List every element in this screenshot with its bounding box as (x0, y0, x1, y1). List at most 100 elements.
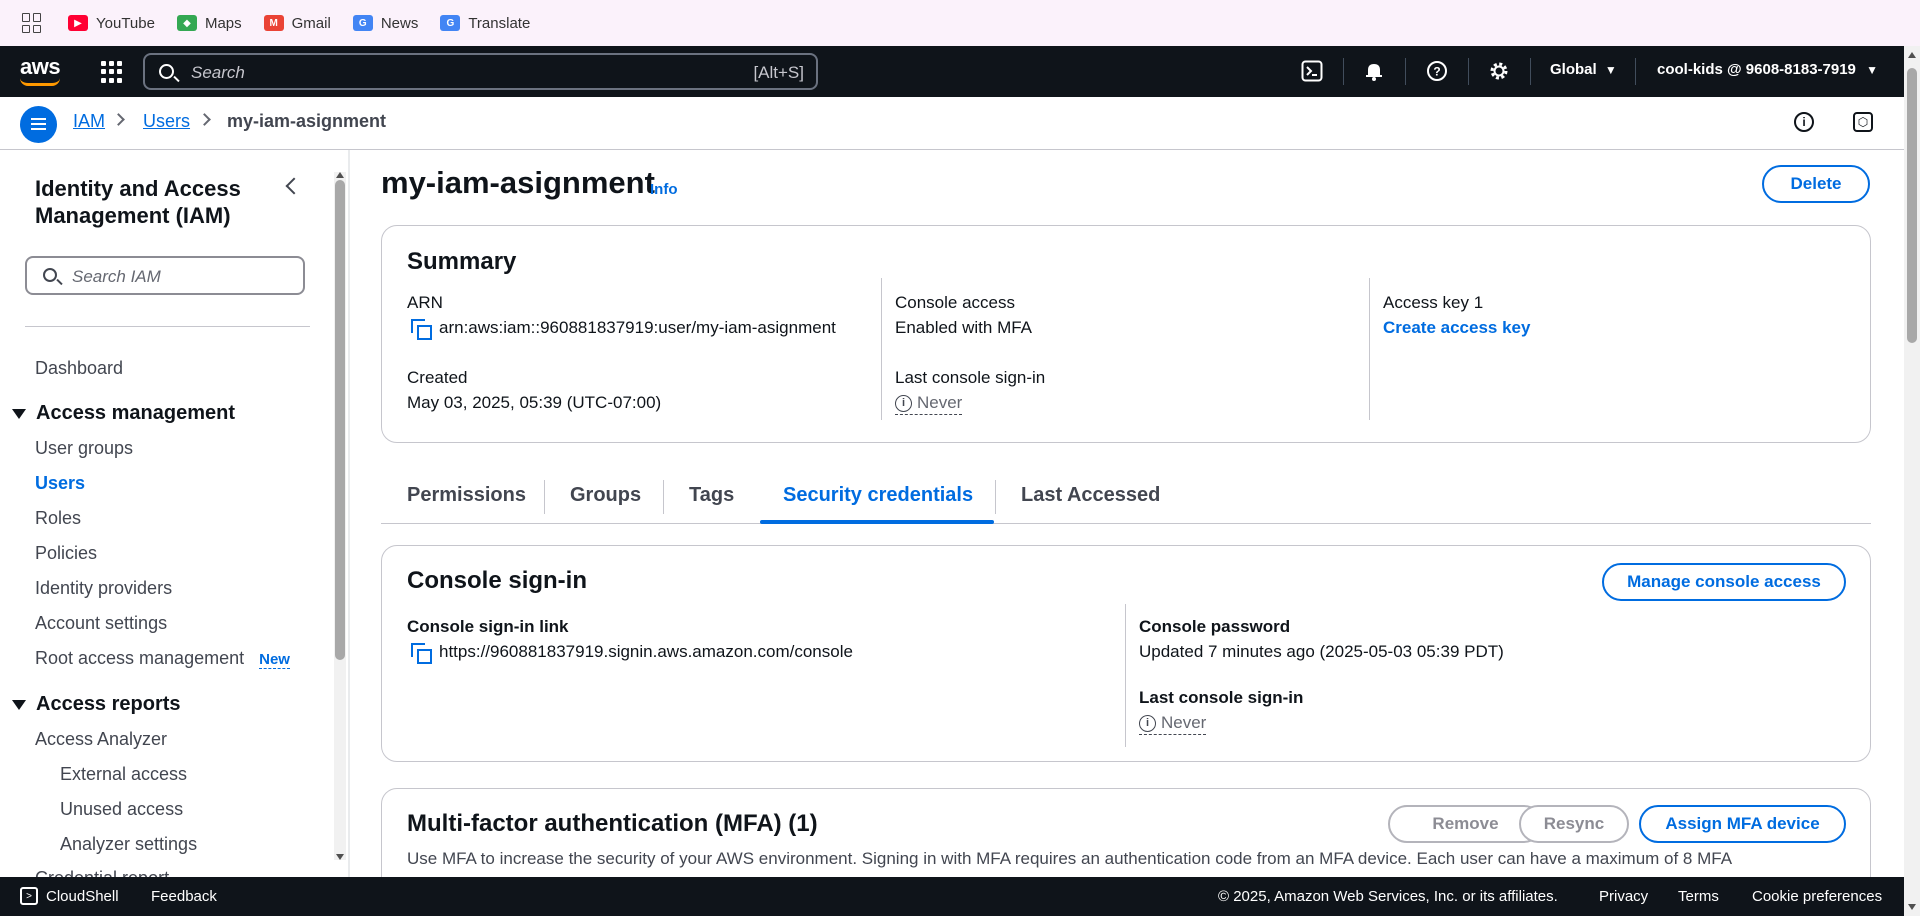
aws-logo-smile (20, 78, 60, 86)
breadcrumb-users[interactable]: Users (143, 111, 190, 132)
created-value: May 03, 2025, 05:39 (UTC-07:00) (407, 393, 662, 412)
console-access-value: Enabled with MFA (895, 318, 1033, 337)
cookie-preferences-link[interactable]: Cookie preferences (1752, 888, 1882, 905)
tab-security-credentials[interactable]: Security credentials (783, 484, 973, 507)
summary-card: Summary ARN arn:aws:iam::960881837919:us… (381, 225, 1871, 443)
breadcrumb-bar: IAM Users my-iam-asignment i ⬡ (0, 97, 1904, 150)
news-icon: G (352, 15, 373, 31)
sidebar-item-policies[interactable]: Policies (35, 543, 97, 564)
sidebar-item-dashboard[interactable]: Dashboard (35, 358, 123, 379)
search-placeholder: Search (191, 63, 245, 82)
sidebar-item-user-groups[interactable]: User groups (35, 438, 133, 459)
scroll-up-icon[interactable] (336, 172, 344, 178)
terms-link[interactable]: Terms (1678, 888, 1719, 905)
tab-permissions[interactable]: Permissions (407, 484, 526, 507)
cloudshell-link[interactable]: CloudShell (46, 888, 119, 905)
scroll-up-icon[interactable] (1908, 52, 1916, 58)
sidebar-item-external-access[interactable]: External access (60, 764, 187, 785)
sidebar-item-root-access-management[interactable]: Root access management New (35, 648, 290, 669)
info-link[interactable]: Info (650, 181, 678, 198)
sidebar-item-users[interactable]: Users (35, 473, 85, 494)
page-scrollbar[interactable] (1904, 46, 1920, 916)
sidebar-section-access-management[interactable]: Access management (12, 402, 235, 425)
resync-button[interactable]: Resync (1519, 805, 1629, 843)
arn-label: ARN (407, 293, 443, 312)
caret-down-icon: ▼ (1604, 63, 1617, 77)
signin-link-value: https://960881837919.signin.aws.amazon.c… (439, 642, 853, 661)
copy-icon[interactable] (411, 319, 432, 340)
sidebar-item-unused-access[interactable]: Unused access (60, 799, 183, 820)
chevron-right-icon (198, 113, 211, 126)
bookmark-translate[interactable]: G Translate (440, 15, 530, 32)
scroll-down-icon[interactable] (1908, 904, 1916, 910)
console-access-label: Console access (895, 293, 1016, 312)
tab-last-accessed[interactable]: Last Accessed (1021, 484, 1160, 507)
sidebar-scrollbar[interactable] (334, 172, 346, 860)
console-signin-title: Console sign-in (407, 567, 587, 594)
console-password-label: Console password (1139, 617, 1291, 636)
breadcrumb-iam[interactable]: IAM (73, 111, 105, 132)
bookmarks-bar: ▶ YouTube ◆ Maps M Gmail G News G Transl… (0, 0, 1920, 46)
last-signin-value[interactable]: i Never (1139, 713, 1207, 735)
bookmark-news[interactable]: G News (352, 15, 418, 32)
search-icon (159, 64, 174, 79)
page-title: my-iam-asignment (381, 165, 655, 200)
sidebar-item-analyzer-settings[interactable]: Analyzer settings (60, 834, 197, 855)
aws-logo[interactable]: aws (20, 54, 61, 80)
bookmark-youtube[interactable]: ▶ YouTube (68, 15, 155, 32)
assign-mfa-device-button[interactable]: Assign MFA device (1639, 805, 1846, 843)
sidebar-item-account-settings[interactable]: Account settings (35, 613, 167, 634)
created-label: Created (407, 368, 468, 387)
sidebar-item-access-analyzer[interactable]: Access Analyzer (35, 729, 167, 750)
cloudshell-icon[interactable]: > (20, 887, 38, 905)
page-scrollbar-thumb[interactable] (1907, 68, 1917, 343)
side-nav-toggle-button[interactable] (20, 106, 57, 143)
bell-icon[interactable] (1362, 59, 1386, 83)
search-shortcut: [Alt+S] (753, 63, 804, 82)
breadcrumb-current: my-iam-asignment (227, 111, 387, 131)
info-circle-icon: i (1139, 714, 1156, 732)
bookmark-maps[interactable]: ◆ Maps (176, 15, 242, 32)
settings-gear-icon[interactable] (1487, 59, 1511, 83)
help-icon[interactable]: ? (1425, 59, 1449, 83)
arn-value: arn:aws:iam::960881837919:user/my-iam-as… (439, 318, 836, 337)
delete-button[interactable]: Delete (1762, 165, 1870, 203)
privacy-link[interactable]: Privacy (1599, 888, 1648, 905)
notifications-panel-icon[interactable]: ⬡ (1853, 112, 1873, 132)
chevron-right-icon (112, 113, 125, 126)
summary-title: Summary (407, 248, 517, 275)
caret-down-icon (12, 408, 26, 419)
mfa-description: Use MFA to increase the security of your… (407, 849, 1733, 868)
caret-down-icon (12, 699, 26, 710)
cloudshell-icon[interactable] (1300, 59, 1324, 83)
tabs: Permissions Groups Tags Security credent… (381, 470, 1871, 524)
info-circle-icon: i (895, 394, 912, 412)
caret-down-icon: ▼ (1866, 63, 1878, 77)
manage-console-access-button[interactable]: Manage console access (1602, 563, 1846, 601)
search-input[interactable]: Search [Alt+S] (143, 53, 818, 90)
info-panel-icon[interactable]: i (1794, 112, 1814, 132)
sidebar-item-identity-providers[interactable]: Identity providers (35, 578, 172, 599)
sidebar-search-input[interactable]: Search IAM (25, 256, 305, 295)
scroll-down-icon[interactable] (336, 854, 344, 860)
tab-groups[interactable]: Groups (570, 484, 641, 507)
aws-top-nav: aws Search [Alt+S] ? Global ▼ cool-kids … (0, 46, 1904, 97)
copy-icon[interactable] (411, 643, 432, 664)
gmail-icon: M (263, 15, 284, 31)
bookmark-gmail[interactable]: M Gmail (263, 15, 331, 32)
sidebar-item-credential-report[interactable]: Credential report (35, 868, 169, 877)
sidebar-divider (25, 326, 310, 327)
services-grid-icon[interactable] (101, 61, 123, 83)
last-signin-value[interactable]: i Never (895, 393, 963, 415)
sidebar-scrollbar-thumb[interactable] (335, 180, 345, 660)
create-access-key-link[interactable]: Create access key (1383, 318, 1530, 338)
account-menu[interactable]: cool-kids @ 9608-8183-7919 ▼ (1657, 61, 1878, 78)
feedback-link[interactable]: Feedback (151, 888, 217, 905)
tab-tags[interactable]: Tags (689, 484, 734, 507)
sidebar-section-access-reports[interactable]: Access reports (12, 693, 181, 716)
sidebar-item-roles[interactable]: Roles (35, 508, 81, 529)
apps-grid-icon[interactable] (22, 13, 42, 33)
search-icon (43, 268, 57, 282)
region-selector[interactable]: Global ▼ (1550, 61, 1617, 78)
collapse-sidebar-icon[interactable] (285, 177, 303, 195)
